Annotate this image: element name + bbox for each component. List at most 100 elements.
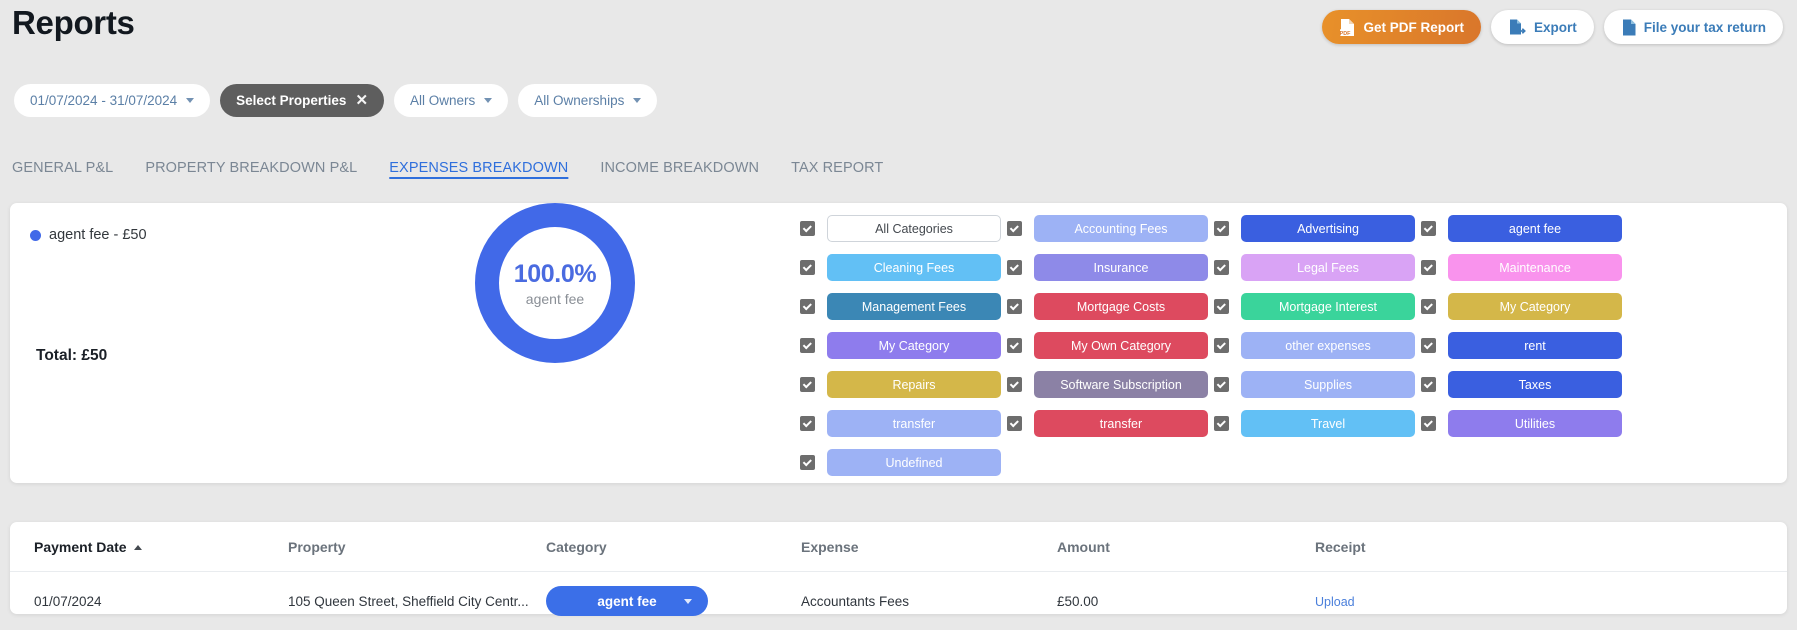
category-pill[interactable]: Mortgage Costs: [1034, 293, 1208, 320]
category-checkbox[interactable]: [1421, 221, 1436, 236]
category-dropdown-value: agent fee: [597, 594, 656, 609]
report-tabs: GENERAL P&L PROPERTY BREAKDOWN P&L EXPEN…: [12, 160, 899, 183]
category-checkbox[interactable]: [1007, 260, 1022, 275]
category-dropdown[interactable]: agent fee: [546, 586, 708, 616]
donut-center-labels: 100.0% agent fee: [465, 193, 645, 373]
category-checkbox[interactable]: [800, 221, 815, 236]
column-header-receipt[interactable]: Receipt: [1315, 522, 1787, 572]
column-header-amount[interactable]: Amount: [1057, 522, 1315, 572]
chart-total: Total: £50: [36, 347, 107, 365]
file-tax-return-label: File your tax return: [1644, 20, 1766, 35]
category-pill[interactable]: Cleaning Fees: [827, 254, 1001, 281]
tab-expenses-breakdown[interactable]: EXPENSES BREAKDOWN: [373, 160, 584, 183]
category-checkbox[interactable]: [800, 299, 815, 314]
column-header-category[interactable]: Category: [546, 522, 801, 572]
category-filter-grid: All Categories Accounting Fees Advertising…: [800, 215, 1622, 476]
category-checkbox[interactable]: [1214, 260, 1229, 275]
chevron-down-icon: [633, 98, 641, 103]
category-pill[interactable]: transfer: [827, 410, 1001, 437]
expenses-table-card: Payment Date Property Category Expense A…: [10, 522, 1787, 614]
cell-payment-date: 01/07/2024: [10, 572, 288, 630]
column-header-property[interactable]: Property: [288, 522, 546, 572]
category-checkbox[interactable]: [1214, 221, 1229, 236]
column-header-expense[interactable]: Expense: [801, 522, 1057, 572]
tab-tax-report[interactable]: TAX REPORT: [775, 160, 899, 183]
select-properties-filter[interactable]: Select Properties ✕: [220, 84, 384, 117]
chevron-down-icon: [684, 599, 692, 604]
expenses-breakdown-card: agent fee - £50 100.0% agent fee Total: …: [10, 203, 1787, 483]
sort-ascending-icon[interactable]: [134, 545, 142, 550]
category-checkbox[interactable]: [1421, 299, 1436, 314]
category-checkbox[interactable]: [1421, 416, 1436, 431]
get-pdf-report-button[interactable]: PDF Get PDF Report: [1322, 10, 1481, 44]
expenses-table: Payment Date Property Category Expense A…: [10, 522, 1787, 630]
select-properties-label: Select Properties: [236, 93, 346, 108]
category-checkbox[interactable]: [800, 338, 815, 353]
category-checkbox[interactable]: [1007, 377, 1022, 392]
file-tax-return-button[interactable]: File your tax return: [1604, 10, 1783, 44]
header-actions: PDF Get PDF Report Export: [1322, 10, 1783, 44]
category-pill[interactable]: Software Subscription: [1034, 371, 1208, 398]
filter-bar: 01/07/2024 - 31/07/2024 Select Propertie…: [14, 84, 657, 117]
column-header-payment-date[interactable]: Payment Date: [10, 522, 288, 572]
expenses-donut-chart: 100.0% agent fee: [465, 193, 645, 373]
donut-percentage: 100.0%: [514, 260, 596, 289]
category-checkbox[interactable]: [1214, 299, 1229, 314]
category-checkbox[interactable]: [1421, 338, 1436, 353]
category-checkbox[interactable]: [1007, 416, 1022, 431]
category-checkbox[interactable]: [1007, 338, 1022, 353]
category-checkbox[interactable]: [1214, 416, 1229, 431]
category-pill[interactable]: My Own Category: [1034, 332, 1208, 359]
category-pill[interactable]: Maintenance: [1448, 254, 1622, 281]
page-header: Reports PDF Get PDF Report: [0, 0, 1797, 62]
table-header-row: Payment Date Property Category Expense A…: [10, 522, 1787, 572]
svg-text:PDF: PDF: [1340, 31, 1351, 37]
category-checkbox[interactable]: [800, 416, 815, 431]
close-icon[interactable]: ✕: [355, 93, 368, 108]
category-checkbox[interactable]: [1421, 377, 1436, 392]
category-pill[interactable]: Advertising: [1241, 215, 1415, 242]
category-checkbox[interactable]: [1007, 299, 1022, 314]
tab-income-breakdown[interactable]: INCOME BREAKDOWN: [584, 160, 775, 183]
category-pill[interactable]: agent fee: [1448, 215, 1622, 242]
category-checkbox[interactable]: [1421, 260, 1436, 275]
cell-property: 105 Queen Street, Sheffield City Centr..…: [288, 572, 546, 630]
upload-receipt-link[interactable]: Upload: [1315, 595, 1355, 609]
category-pill[interactable]: Supplies: [1241, 371, 1415, 398]
pdf-file-icon: PDF: [1339, 18, 1356, 37]
category-pill[interactable]: All Categories: [827, 215, 1001, 242]
category-pill[interactable]: Insurance: [1034, 254, 1208, 281]
export-button[interactable]: Export: [1491, 10, 1594, 44]
all-owners-label: All Owners: [410, 93, 475, 108]
category-pill[interactable]: Accounting Fees: [1034, 215, 1208, 242]
all-owners-filter[interactable]: All Owners: [394, 84, 508, 117]
category-checkbox[interactable]: [800, 377, 815, 392]
category-checkbox[interactable]: [800, 260, 815, 275]
chevron-down-icon: [484, 98, 492, 103]
category-pill[interactable]: Utilities: [1448, 410, 1622, 437]
category-pill[interactable]: Undefined: [827, 449, 1001, 476]
category-pill[interactable]: transfer: [1034, 410, 1208, 437]
category-checkbox[interactable]: [800, 455, 815, 470]
category-pill[interactable]: Travel: [1241, 410, 1415, 437]
category-pill[interactable]: My Category: [827, 332, 1001, 359]
table-row: 01/07/2024 105 Queen Street, Sheffield C…: [10, 572, 1787, 630]
category-pill[interactable]: Legal Fees: [1241, 254, 1415, 281]
all-ownerships-filter[interactable]: All Ownerships: [518, 84, 657, 117]
category-pill[interactable]: Management Fees: [827, 293, 1001, 320]
category-pill[interactable]: Repairs: [827, 371, 1001, 398]
date-range-filter[interactable]: 01/07/2024 - 31/07/2024: [14, 84, 210, 117]
tab-property-breakdown-pl[interactable]: PROPERTY BREAKDOWN P&L: [129, 160, 373, 183]
category-pill[interactable]: Mortgage Interest: [1241, 293, 1415, 320]
tab-general-pl[interactable]: GENERAL P&L: [12, 160, 129, 183]
category-pill[interactable]: other expenses: [1241, 332, 1415, 359]
chart-legend: agent fee - £50: [30, 227, 147, 243]
category-pill[interactable]: Taxes: [1448, 371, 1622, 398]
category-checkbox[interactable]: [1214, 338, 1229, 353]
get-pdf-report-label: Get PDF Report: [1363, 20, 1464, 35]
category-checkbox[interactable]: [1007, 221, 1022, 236]
cell-category: agent fee: [546, 572, 801, 630]
category-pill[interactable]: My Category: [1448, 293, 1622, 320]
category-pill[interactable]: rent: [1448, 332, 1622, 359]
category-checkbox[interactable]: [1214, 377, 1229, 392]
